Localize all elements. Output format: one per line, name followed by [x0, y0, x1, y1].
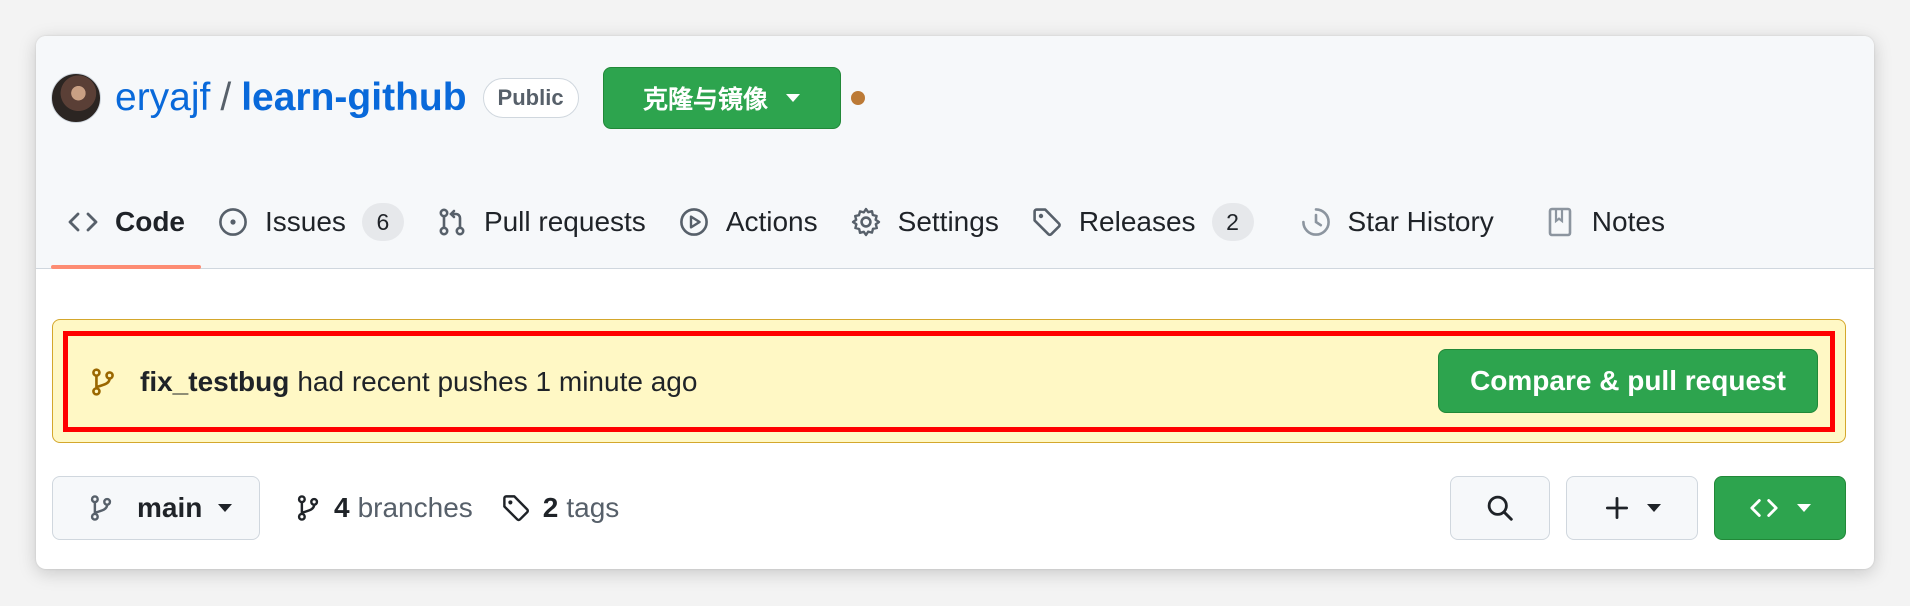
issue-icon: [219, 208, 247, 236]
current-branch-label: main: [137, 492, 203, 523]
visibility-badge: Public: [482, 78, 579, 118]
tags-count: 2: [542, 492, 559, 523]
repo-path-separator: /: [220, 76, 232, 119]
branch-icon: [90, 495, 112, 521]
add-file-button[interactable]: [1566, 476, 1698, 540]
tab-issues[interactable]: Issues 6: [201, 186, 420, 258]
repo-name-link[interactable]: learn-github: [241, 76, 466, 120]
code-icon: [68, 212, 98, 232]
repo-owner-link[interactable]: eryajf: [115, 76, 210, 120]
tab-settings[interactable]: Settings: [834, 186, 1015, 258]
tab-star-history-label: Star History: [1347, 206, 1494, 237]
clone-mirror-label: 克隆与镜像: [643, 85, 769, 114]
tags-label: tags: [566, 492, 620, 523]
repo-nav-tabs: Code Issues 6 Pull requests Actions Sett…: [51, 186, 1681, 269]
pull-request-icon: [439, 208, 465, 236]
tags-link[interactable]: 2 tags: [501, 492, 620, 524]
tag-icon: [502, 495, 529, 522]
branch-selector-button[interactable]: main: [52, 476, 260, 540]
file-actions: [1434, 476, 1846, 540]
tab-code-label: Code: [115, 206, 185, 237]
tab-issues-label: Issues: [265, 206, 346, 237]
chevron-down-icon: [218, 504, 233, 512]
push-time-text: had recent pushes 1 minute ago: [297, 365, 698, 397]
search-icon: [1487, 495, 1513, 521]
tab-code[interactable]: Code: [51, 186, 201, 269]
branches-label: branches: [357, 492, 473, 523]
chevron-down-icon: [1797, 504, 1811, 512]
branch-icon: [92, 367, 114, 396]
code-dropdown-button[interactable]: [1714, 476, 1846, 540]
branches-link[interactable]: 4 branches: [294, 492, 473, 524]
go-to-file-button[interactable]: [1450, 476, 1550, 540]
tab-actions-label: Actions: [725, 206, 818, 237]
tab-releases[interactable]: Releases 2: [1015, 186, 1270, 258]
play-icon: [679, 208, 708, 236]
tag-icon: [1033, 208, 1061, 237]
history-icon: [1301, 208, 1330, 236]
compare-pull-request-button[interactable]: Compare & pull request: [1438, 349, 1818, 413]
repo-page-card: eryajf / learn-github Public 克隆与镜像 Code …: [36, 36, 1874, 569]
tab-settings-label: Settings: [897, 206, 999, 237]
status-dot: [850, 91, 865, 105]
pushed-branch-name[interactable]: fix_testbug: [140, 366, 289, 398]
tab-releases-label: Releases: [1078, 206, 1196, 237]
branches-count: 4: [334, 492, 350, 523]
tab-pull-requests-label: Pull requests: [483, 206, 646, 237]
chevron-down-icon: [1647, 504, 1661, 512]
repo-header: eryajf / learn-github Public 克隆与镜像 Code …: [36, 36, 1874, 269]
gear-icon: [851, 207, 880, 237]
tab-notes-label: Notes: [1591, 206, 1665, 237]
tab-pull-requests[interactable]: Pull requests: [420, 186, 662, 258]
notebook-icon: [1548, 207, 1572, 237]
code-icon: [1750, 499, 1778, 517]
repo-title-row: eryajf / learn-github Public 克隆与镜像: [51, 66, 865, 130]
plus-icon: [1605, 496, 1629, 520]
tab-notes[interactable]: Notes: [1528, 186, 1681, 258]
branch-icon: [297, 495, 319, 521]
tab-actions[interactable]: Actions: [662, 186, 834, 258]
clone-mirror-button[interactable]: 克隆与镜像: [602, 67, 841, 129]
avatar[interactable]: [51, 73, 101, 123]
chevron-down-icon: [786, 94, 801, 102]
recent-push-message: fix_testbug had recent pushes 1 minute a…: [88, 336, 697, 427]
tab-star-history[interactable]: Star History: [1284, 186, 1510, 258]
releases-count-badge: 2: [1211, 203, 1254, 241]
issues-count-badge: 6: [361, 203, 404, 241]
branch-toolbar: main 4 branches 2 tags: [52, 476, 619, 540]
